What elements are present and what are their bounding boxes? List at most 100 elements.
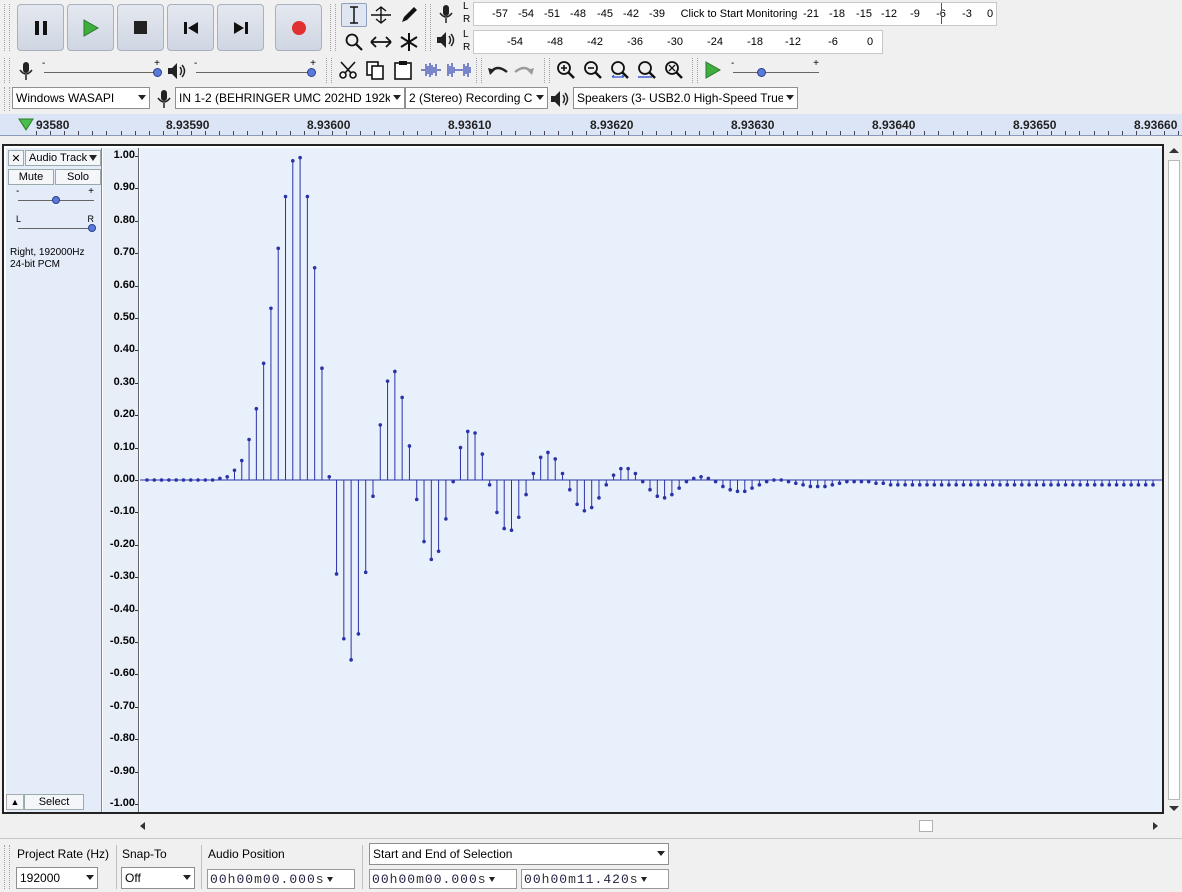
sample-point[interactable] [349,658,353,662]
sample-point[interactable] [247,437,251,442]
sample-point[interactable] [516,515,521,520]
sample-point[interactable] [159,478,164,482]
sample-point[interactable] [1063,483,1068,487]
sample-point[interactable] [553,457,558,461]
slider-thumb[interactable] [88,224,96,232]
draw-tool-button[interactable] [396,3,422,27]
selection-end-time[interactable]: 00h00m11.420s [521,869,669,889]
sample-point[interactable] [276,246,281,251]
sample-point[interactable] [152,478,157,482]
pan-slider[interactable]: L R [16,214,96,234]
chevron-down-icon[interactable] [488,876,495,882]
scrollbar-thumb[interactable] [1168,160,1180,800]
track-name-menu[interactable]: Audio Track [25,150,101,166]
sample-point[interactable] [706,476,711,481]
sample-point[interactable] [998,483,1002,487]
sample-point[interactable] [342,636,346,641]
zoom-out-button[interactable] [581,58,605,82]
snap-to-select[interactable]: Off [121,867,195,889]
sample-point[interactable] [269,306,273,311]
sample-point[interactable] [859,479,864,484]
sample-point[interactable] [589,505,594,510]
sample-point[interactable] [903,483,907,487]
sample-point[interactable] [174,478,178,482]
sample-point[interactable] [699,474,703,479]
sample-point[interactable] [852,479,856,484]
sample-point[interactable] [764,479,769,484]
collapse-track-button[interactable]: ▲ [6,794,24,810]
sample-point[interactable] [254,406,259,411]
sample-point[interactable] [145,478,149,482]
sample-point[interactable] [291,159,295,163]
sample-point[interactable] [378,423,383,427]
envelope-tool-button[interactable] [368,3,394,27]
stop-button[interactable] [117,4,164,51]
sample-point[interactable] [597,496,601,500]
slider-thumb[interactable] [153,68,162,77]
sample-point[interactable] [371,494,375,499]
sample-point[interactable] [721,484,725,489]
sample-point[interactable] [312,265,317,270]
gain-slider[interactable]: - + [16,186,96,206]
toolbar-grip[interactable] [544,58,550,83]
slider-thumb[interactable] [757,68,766,77]
chevron-down-icon[interactable] [326,876,333,882]
sample-point[interactable] [495,510,499,515]
sample-point[interactable] [181,478,186,482]
zoom-tool-button[interactable] [341,30,367,54]
sample-point[interactable] [983,483,988,487]
sample-point[interactable] [801,483,805,487]
scroll-up-icon[interactable] [1169,148,1179,153]
playback-meter-button[interactable] [434,28,458,52]
toolbar-grip[interactable] [4,87,10,111]
sample-point[interactable] [188,478,193,482]
audio-position-time[interactable]: 00h00m00.000s [207,869,355,889]
sample-point[interactable] [1071,483,1075,487]
sample-point[interactable] [546,450,550,455]
sample-point[interactable] [976,483,980,487]
sample-point[interactable] [1143,483,1148,487]
recording-device-select[interactable]: IN 1-2 (BEHRINGER UMC 202HD 192k) [175,87,405,109]
sample-point[interactable] [327,474,332,479]
sample-point[interactable] [575,502,579,507]
playback-device-select[interactable]: Speakers (3- USB2.0 High-Speed True I [573,87,798,109]
sample-point[interactable] [845,479,849,484]
sample-point[interactable] [604,483,609,487]
sample-point[interactable] [648,487,652,492]
sample-point[interactable] [947,483,951,487]
playback-meter[interactable]: -54 -48 -42 -36 -30 -24 -18 -12 -6 0 [473,30,883,54]
sample-point[interactable] [677,486,681,490]
slider-thumb[interactable] [307,68,316,77]
record-meter[interactable]: -57 -54 -51 -48 -45 -42 -39 Click to Start Moni… [473,2,997,26]
record-button[interactable] [275,4,322,51]
play-at-speed-button[interactable] [701,58,725,82]
sample-point[interactable] [662,496,667,500]
sample-point[interactable] [881,481,886,486]
selection-mode-select[interactable]: Start and End of Selection [369,843,669,865]
sample-point[interactable] [422,539,426,544]
sample-point[interactable] [218,476,222,481]
sample-point[interactable] [728,487,732,492]
sample-point[interactable] [196,478,200,482]
sample-point[interactable] [239,458,244,463]
play-button[interactable] [67,4,114,51]
playback-volume-slider[interactable]: - + [194,58,318,80]
sample-point[interactable] [954,483,958,487]
sample-point[interactable] [1085,483,1090,487]
sample-point[interactable] [1107,483,1112,487]
sample-point[interactable] [1151,483,1155,487]
start-monitoring-label[interactable]: Click to Start Monitoring [681,8,798,20]
sample-point[interactable] [568,487,572,492]
toolbar-grip[interactable] [4,4,10,51]
fit-selection-button[interactable] [608,58,632,82]
mute-button[interactable]: Mute [8,169,54,185]
toolbar-grip[interactable] [476,58,482,83]
sample-point[interactable] [990,483,995,487]
sample-point[interactable] [713,479,718,484]
sample-point[interactable] [640,479,645,484]
pause-button[interactable] [17,4,64,51]
sample-point[interactable] [910,483,915,487]
sample-point[interactable] [400,395,404,400]
sample-point[interactable] [487,483,492,487]
sample-point[interactable] [742,489,747,494]
